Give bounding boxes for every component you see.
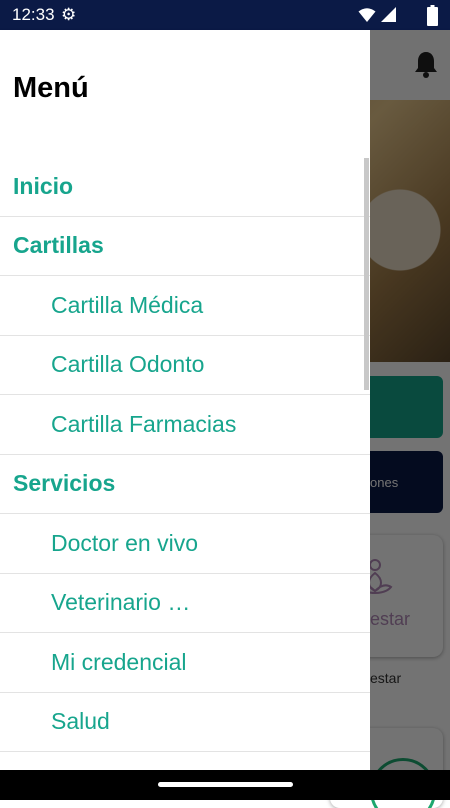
home-gesture-pill[interactable] [158,782,293,787]
menu-item-cartilla-odonto[interactable]: Cartilla Odonto [0,336,370,395]
menu-item-inicio[interactable]: Inicio [0,157,370,217]
drawer-scrollbar[interactable] [364,158,369,390]
signal-icon [381,7,396,22]
menu-item-doctor-en-vivo[interactable]: Doctor en vivo [0,514,370,574]
menu-list: Inicio Cartillas Cartilla Médica Cartill… [0,157,370,752]
drawer-title: Menú [13,72,89,104]
status-time: 12:33 [12,5,55,24]
menu-item-salud[interactable]: Salud [0,693,370,752]
system-nav-bar [0,770,450,800]
wifi-icon [358,8,376,22]
menu-item-mi-credencial[interactable]: Mi credencial [0,633,370,693]
menu-item-cartillas[interactable]: Cartillas [0,217,370,276]
navigation-drawer: Menú Inicio Cartillas Cartilla Médica Ca… [0,30,370,770]
status-bar: 12:33 ⚙ [0,0,450,30]
menu-item-cartilla-medica[interactable]: Cartilla Médica [0,276,370,336]
gear-icon: ⚙ [61,5,77,24]
battery-icon [427,5,438,26]
menu-item-servicios[interactable]: Servicios [0,455,370,514]
menu-item-veterinario[interactable]: Veterinario … [0,574,370,633]
menu-item-cartilla-farmacias[interactable]: Cartilla Farmacias [0,395,370,455]
